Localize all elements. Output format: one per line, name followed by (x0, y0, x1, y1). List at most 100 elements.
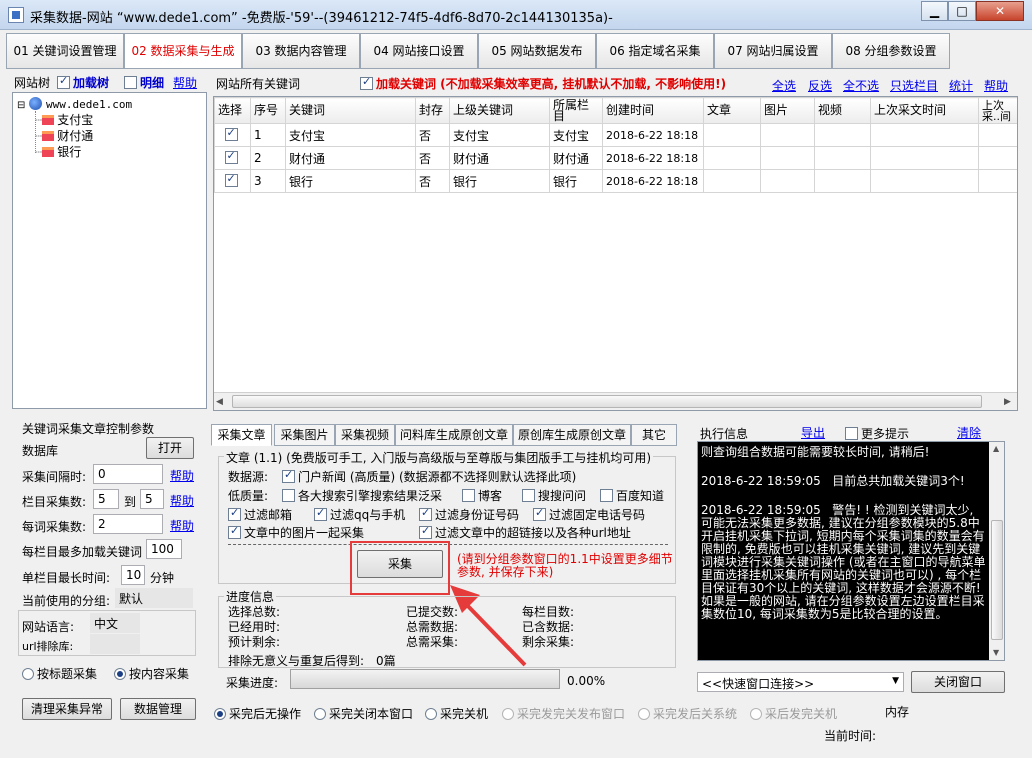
load-keywords-checkbox[interactable] (360, 75, 373, 90)
column-header[interactable]: 图片 (760, 97, 815, 124)
open-database-button[interactable]: 打开 (146, 437, 194, 459)
collect-button[interactable]: 采集 (357, 550, 443, 578)
row-select-checkbox[interactable] (224, 172, 238, 187)
log-scrollbar[interactable]: ▲ ▼ (989, 442, 1004, 660)
row-select-checkbox[interactable] (224, 149, 238, 164)
tree-item[interactable]: ┄ 银行 (35, 143, 81, 160)
soso-wenwen-option[interactable]: 搜搜问问 (522, 487, 586, 504)
select-all-link[interactable]: 全选 (772, 77, 796, 94)
invert-select-link[interactable]: 反选 (808, 77, 832, 94)
tab-content-manage[interactable]: 03 数据内容管理 (242, 33, 360, 69)
scroll-down-icon[interactable]: ▼ (993, 648, 999, 657)
tree-item[interactable]: ┄ 支付宝 (35, 111, 93, 128)
baidu-zhidao-checkbox[interactable] (600, 489, 613, 502)
column-header[interactable]: 文章 (703, 97, 761, 124)
filter-urls-checkbox[interactable] (419, 524, 432, 539)
interval-help-link[interactable]: 帮助 (170, 467, 194, 484)
column-header[interactable]: 选择 (214, 97, 251, 124)
after-close-window-radio[interactable] (314, 708, 326, 720)
column-count-to-input[interactable]: 5 (140, 489, 164, 509)
portal-news-checkbox[interactable] (282, 468, 295, 483)
maximize-button[interactable]: □ (948, 1, 976, 21)
scroll-up-icon[interactable]: ▲ (993, 444, 999, 453)
tree-item[interactable]: ┄ 财付通 (35, 127, 93, 144)
max-keywords-input[interactable]: 100 (146, 539, 182, 559)
filter-phone-checkbox[interactable] (533, 506, 546, 521)
tab-keyword-settings[interactable]: 01 关键词设置管理 (6, 33, 124, 69)
column-header[interactable]: 所属栏目 (549, 97, 603, 124)
column-header[interactable]: 上级关键词 (449, 97, 550, 124)
filter-email-checkbox[interactable] (228, 506, 241, 521)
subtab-original-library[interactable]: 原创库生成原创文章 (513, 424, 631, 446)
tab-domain-collect[interactable]: 06 指定域名采集 (596, 33, 714, 69)
after-none-radio[interactable] (214, 708, 226, 720)
blog-option[interactable]: 博客 (462, 487, 502, 504)
tree-help-link[interactable]: 帮助 (173, 74, 197, 91)
tab-data-collect[interactable]: 02 数据采集与生成 (124, 33, 242, 69)
log-scroll-thumb[interactable] (991, 520, 1003, 640)
filter-urls-option[interactable]: 过滤文章中的超链接以及各种url地址 (419, 524, 631, 541)
filter-qq-checkbox[interactable] (314, 506, 327, 521)
column-header[interactable]: 视频 (814, 97, 871, 124)
by-title-radio[interactable] (22, 668, 34, 680)
row-select-checkbox[interactable] (224, 126, 238, 141)
subtab-material-original[interactable]: 问料库生成原创文章 (395, 424, 513, 446)
baidu-zhidao-option[interactable]: 百度知道 (600, 487, 664, 504)
portal-news-option[interactable]: 门户新闻 (高质量) (数据源都不选择则默认选择此项) (282, 468, 576, 485)
collect-images-option[interactable]: 文章中的图片一起采集 (228, 524, 364, 541)
keyword-count-help-link[interactable]: 帮助 (170, 517, 194, 534)
tab-site-publish[interactable]: 05 网站数据发布 (478, 33, 596, 69)
load-tree-option[interactable]: 加载树 (57, 74, 109, 91)
close-window-button[interactable]: 关闭窗口 (911, 671, 1005, 693)
clear-log-link[interactable]: 清除 (957, 424, 981, 441)
after-none-option[interactable]: 采完后无操作 (214, 705, 301, 722)
statistics-link[interactable]: 统计 (949, 77, 973, 94)
keyword-table[interactable]: 选择 序号 关键词 封存 上级关键词 所属栏目 创建时间 文章 图片 视频 上次… (213, 96, 1018, 411)
close-button[interactable]: ✕ (976, 1, 1024, 21)
load-keywords-option[interactable]: 加载关键词 (不加载采集效率更高, 挂机默认不加载, 不影响使用!) (360, 75, 726, 92)
site-tree[interactable]: ⊟ www.dede1.com ┄ 支付宝 ┄ 财付通 ┄ 银行 (12, 92, 207, 409)
filter-email-option[interactable]: 过滤邮箱 (228, 506, 292, 523)
detail-option[interactable]: 明细 (124, 74, 164, 91)
scroll-right-icon[interactable]: ▶ (1004, 397, 1011, 407)
select-columns-link[interactable]: 只选栏目 (890, 77, 938, 94)
data-manage-button[interactable]: 数据管理 (120, 698, 196, 720)
column-header[interactable]: 关键词 (285, 97, 416, 124)
subtab-videos[interactable]: 采集视频 (335, 424, 395, 446)
quick-window-select[interactable]: <<快速窗口连接>> ▼ (697, 672, 904, 692)
subtab-articles[interactable]: 采集文章 (211, 424, 272, 446)
table-row[interactable]: 2 财付通 否 财付通 财付通 2018-6-22 18:18 (214, 146, 1017, 170)
column-header[interactable]: 创建时间 (602, 97, 704, 124)
column-header[interactable]: 上次采文时间 (870, 97, 979, 124)
tab-group-params[interactable]: 08 分组参数设置 (832, 33, 950, 69)
keyword-help-link[interactable]: 帮助 (984, 77, 1008, 94)
after-close-window-option[interactable]: 采完关闭本窗口 (314, 705, 413, 722)
exec-log[interactable]: 则查询组合数据可能需要较长时间, 请稍后! 2018-6-22 18:59:05… (697, 441, 1005, 661)
scroll-thumb[interactable] (232, 395, 982, 408)
more-tips-checkbox[interactable] (845, 427, 858, 440)
after-shutdown-option[interactable]: 采完关机 (425, 705, 488, 722)
column-header[interactable]: 上次采..间 (978, 97, 1017, 124)
by-content-radio[interactable] (114, 668, 126, 680)
interval-input[interactable]: 0 (93, 464, 163, 484)
export-link[interactable]: 导出 (801, 424, 825, 441)
tree-root[interactable]: ⊟ www.dede1.com (17, 97, 132, 111)
table-horizontal-scrollbar[interactable]: ◀ ▶ (214, 392, 1017, 410)
filter-id-option[interactable]: 过滤身份证号码 (419, 506, 519, 523)
select-none-link[interactable]: 全不选 (843, 77, 879, 94)
blog-checkbox[interactable] (462, 489, 475, 502)
column-count-help-link[interactable]: 帮助 (170, 492, 194, 509)
subtab-other[interactable]: 其它 (631, 424, 677, 446)
filter-phone-option[interactable]: 过滤固定电话号码 (533, 506, 645, 523)
column-count-from-input[interactable]: 5 (93, 489, 119, 509)
filter-qq-option[interactable]: 过滤qq与手机 (314, 506, 405, 523)
tab-site-interface[interactable]: 04 网站接口设置 (360, 33, 478, 69)
more-tips-option[interactable]: 更多提示 (845, 425, 909, 442)
table-row[interactable]: 1 支付宝 否 支付宝 支付宝 2018-6-22 18:18 (214, 123, 1017, 147)
load-tree-checkbox[interactable] (57, 74, 70, 89)
max-time-input[interactable]: 10 (121, 565, 145, 585)
minimize-button[interactable]: ▁ (921, 1, 948, 21)
filter-id-checkbox[interactable] (419, 506, 432, 521)
by-content-option[interactable]: 按内容采集 (114, 665, 189, 682)
subtab-images[interactable]: 采集图片 (274, 424, 335, 446)
